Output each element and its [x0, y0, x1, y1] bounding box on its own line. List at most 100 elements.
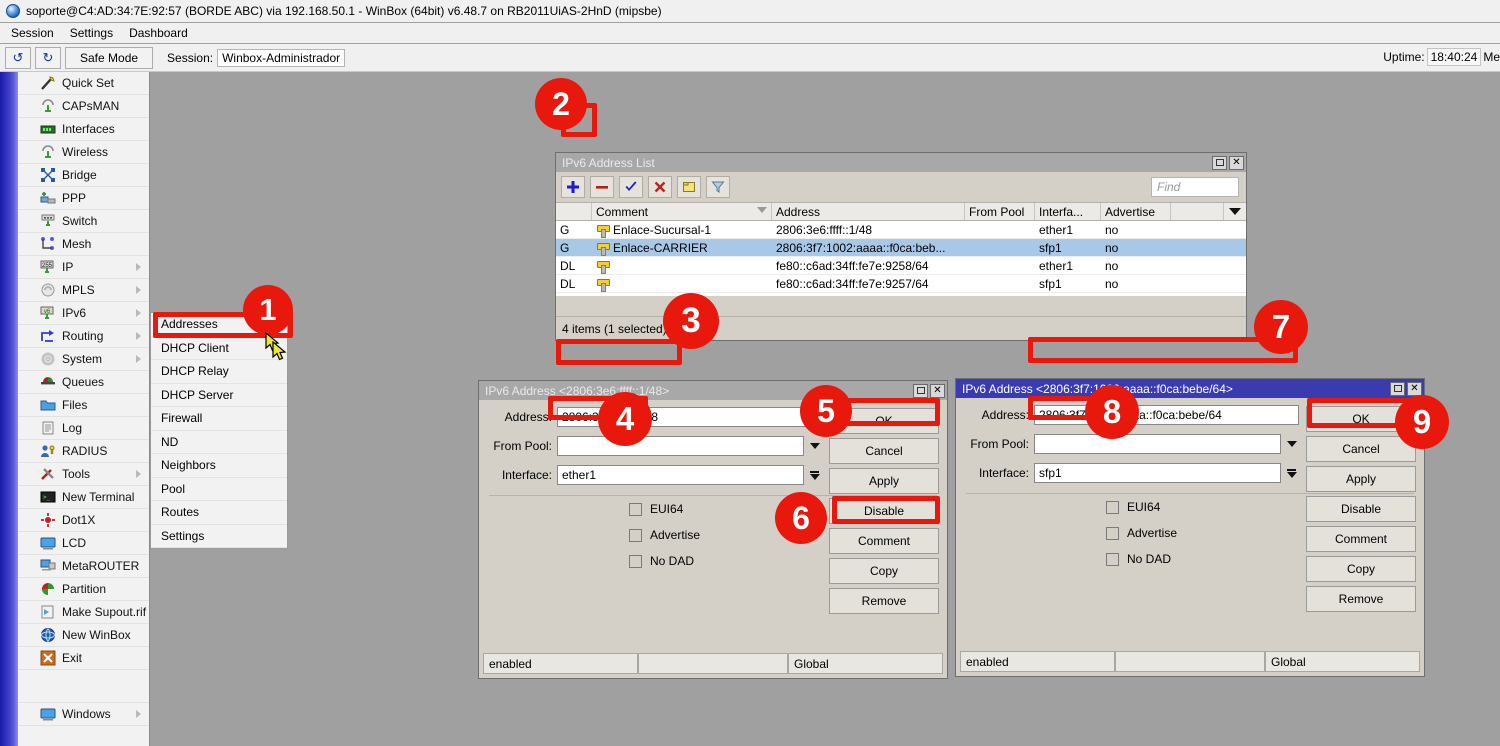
column-from-pool[interactable]: From Pool — [965, 203, 1035, 220]
sidebar-item-quick-set[interactable]: Quick Set — [18, 72, 149, 95]
sidebar-item-switch[interactable]: Switch — [18, 210, 149, 233]
redo-button[interactable]: ↻ — [35, 47, 61, 69]
sidebar-item-lcd[interactable]: LCD — [18, 532, 149, 555]
disable-button[interactable] — [648, 176, 672, 198]
column-address[interactable]: Address — [772, 203, 965, 220]
sidebar-item-dot1x[interactable]: Dot1X — [18, 509, 149, 532]
enable-button[interactable] — [619, 176, 643, 198]
dialog-right-body: Address: 2806:3f7:1002:aaaa::f0ca:bebe/6… — [956, 398, 1424, 649]
ipv6-submenu-item-neighbors[interactable]: Neighbors — [151, 454, 287, 478]
table-row[interactable]: DLfe80::c6ad:34ff:fe7e:9257/64sfp1no — [556, 275, 1246, 293]
sidebar-item-mpls[interactable]: MPLS — [18, 279, 149, 302]
table-row[interactable]: GEnlace-CARRIER2806:3f7:1002:aaaa::f0ca:… — [556, 239, 1246, 257]
copy-button[interactable]: Copy — [829, 558, 939, 584]
ipv6-submenu-item-routes[interactable]: Routes — [151, 501, 287, 525]
sidebar-item-windows[interactable]: Windows — [18, 703, 149, 726]
apply-button[interactable]: Apply — [829, 468, 939, 494]
sidebar-item-radius[interactable]: RADIUS — [18, 440, 149, 463]
sidebar-item-metarouter[interactable]: MetaROUTER — [18, 555, 149, 578]
close-icon[interactable]: ✕ — [1407, 382, 1422, 396]
from-pool-input[interactable] — [557, 436, 804, 456]
undo-button[interactable]: ↺ — [5, 47, 31, 69]
toolbar: ↺ ↻ Safe Mode Session: Winbox-Administra… — [0, 44, 1500, 72]
restore-icon[interactable] — [1390, 382, 1405, 396]
from-pool-input[interactable] — [1034, 434, 1281, 454]
advertise-checkbox[interactable] — [1106, 527, 1119, 540]
restore-icon[interactable] — [913, 384, 928, 398]
sidebar-item-wireless[interactable]: Wireless — [18, 141, 149, 164]
column-interface[interactable]: Interfa... — [1035, 203, 1101, 220]
ipv6-submenu-item-nd[interactable]: ND — [151, 431, 287, 455]
cancel-button[interactable]: Cancel — [829, 438, 939, 464]
dialog-right-titlebar[interactable]: IPv6 Address <2806:3f7:1002:aaaa::f0ca:b… — [956, 379, 1424, 398]
ipv6-submenu-item-dhcp-relay[interactable]: DHCP Relay — [151, 360, 287, 384]
eui64-checkbox[interactable] — [629, 503, 642, 516]
filter-button[interactable] — [706, 176, 730, 198]
annotation-badge-5: 5 — [800, 385, 852, 437]
remove-button[interactable]: Remove — [1306, 586, 1416, 612]
remove-button[interactable]: Remove — [829, 588, 939, 614]
find-input[interactable]: Find — [1151, 177, 1239, 197]
comment-button[interactable] — [677, 176, 701, 198]
add-button[interactable] — [561, 176, 585, 198]
disable-button[interactable]: Disable — [1306, 496, 1416, 522]
no-dad-checkbox[interactable] — [1106, 553, 1119, 566]
column-advertise[interactable]: Advertise — [1101, 203, 1171, 220]
eui64-checkbox[interactable] — [1106, 501, 1119, 514]
sidebar-item-files[interactable]: Files — [18, 394, 149, 417]
interface-dropdown-icon[interactable] — [806, 465, 823, 485]
no-dad-checkbox[interactable] — [629, 555, 642, 568]
sidebar-item-queues[interactable]: Queues — [18, 371, 149, 394]
from-pool-dropdown-icon[interactable] — [806, 436, 823, 456]
annotation-badge-9: 9 — [1395, 395, 1449, 449]
column-comment[interactable]: Comment — [592, 203, 772, 220]
sidebar-item-ipv6[interactable]: v6IPv6 — [18, 302, 149, 325]
copy-button[interactable]: Copy — [1306, 556, 1416, 582]
sidebar-item-new-terminal[interactable]: >_New Terminal — [18, 486, 149, 509]
sidebar-item-label: Interfaces — [62, 122, 115, 136]
advertise-checkbox[interactable] — [629, 529, 642, 542]
no-dad-label: No DAD — [650, 554, 694, 568]
chevron-right-icon — [136, 470, 141, 478]
sidebar-item-tools[interactable]: Tools — [18, 463, 149, 486]
sidebar-item-routing[interactable]: Routing — [18, 325, 149, 348]
cell-extra — [1171, 239, 1246, 256]
ipv6-submenu-item-pool[interactable]: Pool — [151, 478, 287, 502]
sidebar-item-mesh[interactable]: Mesh — [18, 233, 149, 256]
address-list-titlebar[interactable]: IPv6 Address List ✕ — [556, 153, 1246, 172]
sidebar-item-ip[interactable]: 255IP — [18, 256, 149, 279]
sidebar-item-make-supout-rif[interactable]: Make Supout.rif — [18, 601, 149, 624]
interface-dropdown-icon[interactable] — [1283, 463, 1300, 483]
interface-input[interactable]: sfp1 — [1034, 463, 1281, 483]
restore-icon[interactable] — [1212, 156, 1227, 170]
comment-button[interactable]: Comment — [829, 528, 939, 554]
sidebar-item-system[interactable]: System — [18, 348, 149, 371]
table-row[interactable]: DLfe80::c6ad:34ff:fe7e:9258/64ether1no — [556, 257, 1246, 275]
ipv6-submenu-item-dhcp-server[interactable]: DHCP Server — [151, 384, 287, 408]
sidebar-item-partition[interactable]: Partition — [18, 578, 149, 601]
sidebar-item-ppp[interactable]: PPP — [18, 187, 149, 210]
sidebar-item-interfaces[interactable]: Interfaces — [18, 118, 149, 141]
menu-settings[interactable]: Settings — [63, 24, 120, 42]
cancel-button[interactable]: Cancel — [1306, 436, 1416, 462]
sidebar-item-bridge[interactable]: Bridge — [18, 164, 149, 187]
ipv6-submenu-item-settings[interactable]: Settings — [151, 525, 287, 549]
close-icon[interactable]: ✕ — [930, 384, 945, 398]
sidebar-item-new-winbox[interactable]: New WinBox — [18, 624, 149, 647]
apply-button[interactable]: Apply — [1306, 466, 1416, 492]
ipv6-submenu-item-firewall[interactable]: Firewall — [151, 407, 287, 431]
menu-session[interactable]: Session — [4, 24, 61, 42]
sidebar-item-exit[interactable]: Exit — [18, 647, 149, 670]
sidebar-item-log[interactable]: Log — [18, 417, 149, 440]
sidebar-item-label: Files — [62, 398, 87, 412]
menu-dashboard[interactable]: Dashboard — [122, 24, 195, 42]
from-pool-dropdown-icon[interactable] — [1283, 434, 1300, 454]
sidebar-item-capsman[interactable]: CAPsMAN — [18, 95, 149, 118]
comment-button[interactable]: Comment — [1306, 526, 1416, 552]
column-menu-icon[interactable] — [1224, 203, 1246, 220]
remove-button[interactable] — [590, 176, 614, 198]
safe-mode-button[interactable]: Safe Mode — [65, 47, 153, 69]
table-row[interactable]: GEnlace-Sucursal-12806:3e6:ffff::1/48eth… — [556, 221, 1246, 239]
interface-input[interactable]: ether1 — [557, 465, 804, 485]
close-icon[interactable]: ✕ — [1229, 156, 1244, 170]
